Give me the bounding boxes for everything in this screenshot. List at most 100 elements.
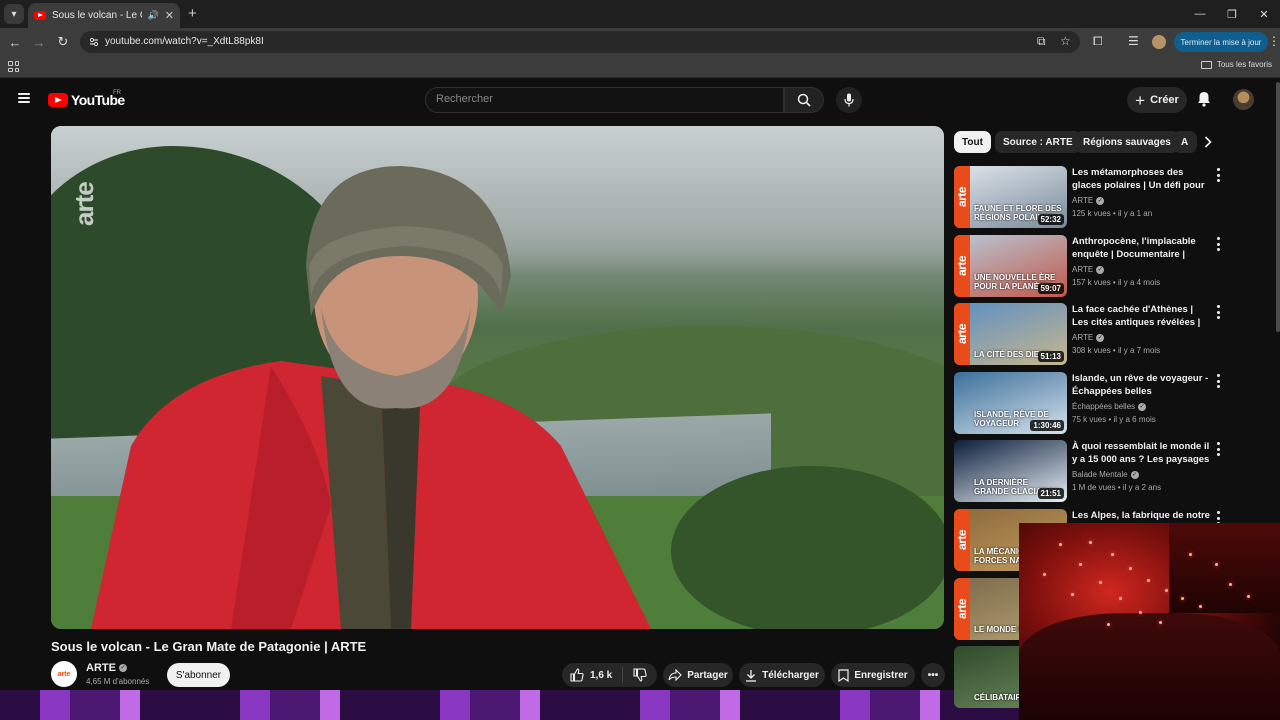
dislike-button[interactable] [623,668,657,682]
youtube-favicon-icon [34,11,46,20]
fairy-light [1139,611,1142,614]
more-vertical-icon[interactable] [1214,442,1222,456]
chip-truncated[interactable]: A [1173,131,1197,153]
forward-button[interactable]: → [30,33,48,51]
browser-tab-active[interactable]: Sous le volcan - Le Gran Mate 🔊 ✕ [28,3,180,28]
recommendation-stats: 125 k vues • il y a 1 an [1072,209,1153,218]
video-duration: 21:51 [1037,488,1064,499]
install-app-icon[interactable]: ⧉ [1037,34,1046,49]
channel-name[interactable]: ARTE ✓ [86,662,127,674]
fairy-light [1111,553,1114,556]
share-arrow-icon [668,669,682,681]
recommendation-thumbnail[interactable]: arte FAUNE ET FLORE DES RÉGIONS POLAIRES… [954,166,1067,228]
voice-search-button[interactable] [836,87,862,113]
update-button[interactable]: Terminer la mise à jour [1174,32,1268,52]
recommendation-item[interactable]: arte FAUNE ET FLORE DES RÉGIONS POLAIRES… [954,166,1229,228]
download-button[interactable]: Télécharger [739,663,825,687]
recommendation-channel[interactable]: Balade Mentale ✓ [1072,470,1139,479]
fairy-light [1107,623,1110,626]
browser-toolbar: ← → ↻ youtube.com/watch?v=_XdtL88pk8I ⧉ … [0,28,1280,56]
more-vertical-icon[interactable] [1214,237,1222,251]
search-input[interactable] [436,93,766,105]
search-box[interactable] [425,87,784,113]
recommendation-channel[interactable]: ARTE ✓ [1072,333,1105,342]
recommendation-title[interactable]: À quoi ressemblait le monde il y a 15 00… [1072,440,1210,466]
search-button[interactable] [784,87,824,113]
chip-wild-regions[interactable]: Régions sauvages [1075,131,1179,153]
channel-avatar-text: arte [57,670,71,678]
youtube-masthead: YouTube FR + Créer [0,80,1280,120]
tab-audio-icon[interactable]: 🔊 [148,10,159,21]
all-bookmarks-folder[interactable]: Tous les favoris [1200,60,1272,69]
youtube-play-logo-icon [48,93,68,107]
fairy-light [1079,563,1082,566]
profile-avatar-small[interactable] [1152,35,1166,49]
chips-next-button[interactable] [1197,131,1219,153]
channel-avatar[interactable]: arte [51,661,77,687]
recommendation-title[interactable]: Anthropocène, l'implacable enquête | Doc… [1072,235,1210,261]
recommendation-channel[interactable]: ARTE ✓ [1072,265,1105,274]
more-vertical-icon[interactable] [1214,305,1222,319]
tab-search-button[interactable]: ▾ [4,4,24,24]
folder-icon [1200,60,1212,69]
recommendation-item[interactable]: arte UNE NOUVELLE ÈRE POUR LA PLANÈTE 59… [954,235,1229,297]
maximize-button[interactable]: ❐ [1216,0,1248,28]
chip-all[interactable]: Tout [954,131,991,153]
recommendation-item[interactable]: ISLANDE, RÊVE DE VOYAGEUR 1:30:46 Island… [954,372,1229,434]
tab-close-icon[interactable]: ✕ [165,9,174,22]
recommendation-thumbnail[interactable]: arte UNE NOUVELLE ÈRE POUR LA PLANÈTE 59… [954,235,1067,297]
extensions-icon[interactable]: ⧠ [1093,34,1103,49]
browser-menu-icon[interactable]: ⋮ [1268,34,1280,48]
page-scrollbar[interactable] [1276,82,1280,332]
fairy-light [1119,597,1122,600]
fairy-light [1215,563,1218,566]
site-info-icon[interactable] [88,36,100,48]
share-button[interactable]: Partager [663,663,733,687]
save-button[interactable]: Enregistrer [831,663,915,687]
recommendation-stats: 308 k vues • il y a 7 mois [1072,346,1161,355]
bookmark-save-icon [838,668,849,682]
fairy-light [1181,597,1184,600]
back-button[interactable]: ← [6,33,24,51]
address-bar[interactable]: youtube.com/watch?v=_XdtL88pk8I ⧉ ☆ [80,31,1080,53]
thumbs-up-icon [570,668,584,682]
fairy-light [1159,621,1162,624]
recommendation-item[interactable]: LA DERNIÈRE GRANDE GLACIATION 21:51 À qu… [954,440,1229,502]
video-duration: 51:13 [1037,351,1064,362]
more-vertical-icon[interactable] [1214,168,1222,182]
reload-button[interactable]: ↻ [54,33,72,51]
all-bookmarks-label: Tous les favoris [1216,60,1272,69]
recommendation-title[interactable]: Islande, un rêve de voyageur - Échappées… [1072,372,1210,398]
chip-source-arte[interactable]: Source : ARTE [995,131,1081,153]
fairy-light [1147,579,1150,582]
minimize-button[interactable]: — [1184,0,1216,28]
recommendation-thumbnail[interactable]: LA DERNIÈRE GRANDE GLACIATION 21:51 [954,440,1067,502]
create-button[interactable]: + Créer [1127,87,1187,113]
subscriber-count: 4,65 M d'abonnés [86,677,150,686]
guide-menu-icon[interactable] [18,93,30,103]
save-label: Enregistrer [854,669,908,681]
apps-grid-icon[interactable] [8,61,19,72]
recommendation-item[interactable]: arte LA CITÉ DES DIEUX 51:13 La face cac… [954,303,1229,365]
recommendation-thumbnail[interactable]: ISLANDE, RÊVE DE VOYAGEUR 1:30:46 [954,372,1067,434]
recommendation-title[interactable]: Les Alpes, la fabrique de notre [1072,509,1210,522]
fairy-light [1189,553,1192,556]
country-code: FR [113,90,121,96]
new-tab-button[interactable]: + [188,5,197,22]
more-vertical-icon[interactable] [1214,374,1222,388]
more-actions-button[interactable]: ••• [921,663,945,687]
bookmark-star-icon[interactable]: ☆ [1060,34,1071,48]
like-button[interactable]: 1,6 k [562,668,622,682]
recommendation-title[interactable]: Les métamorphoses des glaces polaires | … [1072,166,1210,192]
account-avatar[interactable] [1233,89,1254,110]
recommendation-channel-name: ARTE [1072,196,1094,205]
recommendation-title[interactable]: La face cachée d'Athènes | Les cités ant… [1072,303,1210,329]
recommendation-channel[interactable]: ARTE ✓ [1072,196,1105,205]
close-window-button[interactable]: ✕ [1248,0,1280,28]
recommendation-thumbnail[interactable]: arte LA CITÉ DES DIEUX 51:13 [954,303,1067,365]
subscribe-button[interactable]: S'abonner [167,663,230,687]
reading-list-icon[interactable]: ☰ [1128,34,1139,48]
video-player[interactable]: arte [51,126,944,629]
recommendation-channel[interactable]: Échappées belles ✓ [1072,402,1147,411]
notifications-bell-icon[interactable] [1197,91,1211,107]
